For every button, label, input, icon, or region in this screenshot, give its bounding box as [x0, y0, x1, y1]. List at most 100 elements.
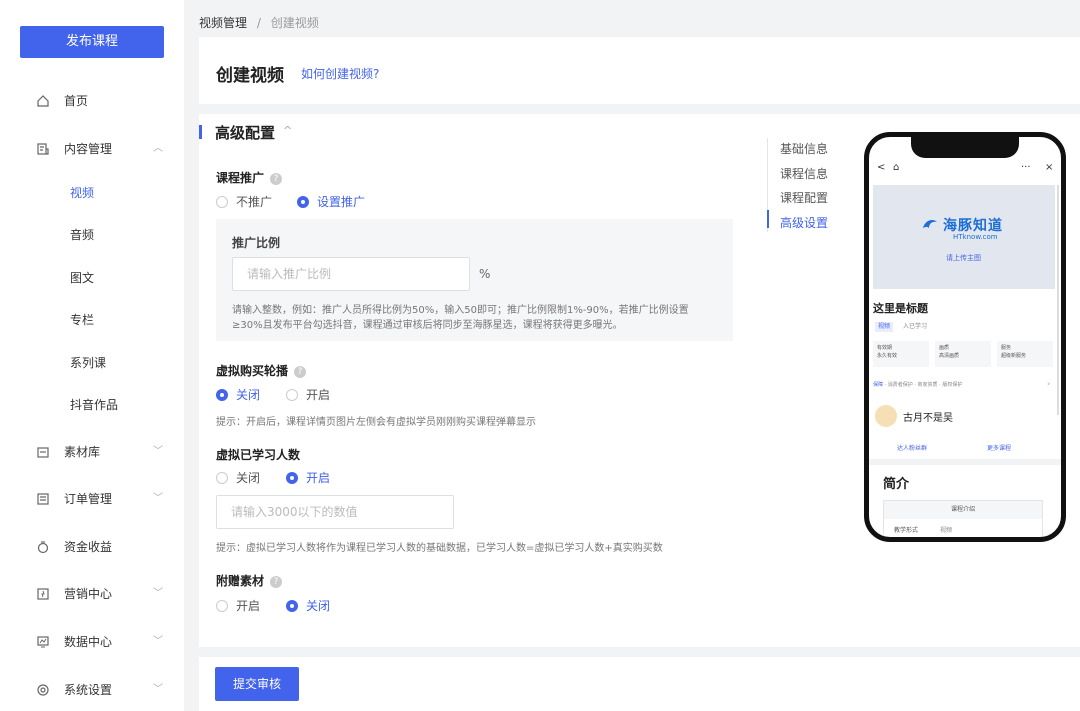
radio-dot — [286, 600, 298, 612]
folder-icon — [37, 447, 49, 458]
radio-label: 开启 — [306, 471, 331, 485]
divider — [869, 459, 1061, 465]
submit-review-button[interactable]: 提交审核 — [215, 667, 299, 701]
sidebar-item-home[interactable]: 首页 — [0, 86, 184, 116]
section-marker — [199, 125, 202, 139]
home-icon: ⌂ — [893, 162, 900, 173]
sidebar-item-content[interactable]: 内容管理 ︿ — [0, 134, 184, 164]
radio-gift-on[interactable]: 开启 — [216, 598, 260, 614]
percent-unit: % — [479, 267, 491, 281]
logo-text: 海豚知道 — [943, 218, 1003, 234]
sidebar-item-settings[interactable]: 系统设置 ﹀ — [0, 675, 184, 705]
help-icon[interactable]: ? — [270, 173, 283, 185]
home-icon — [37, 95, 49, 107]
radio-dot — [286, 472, 298, 484]
logo-subtext: HTknow.com — [953, 233, 998, 241]
sidebar-subitem-video[interactable]: 视频 — [70, 181, 94, 205]
more-courses-link: 更多课程 — [987, 445, 1012, 452]
sidebar-item-revenue[interactable]: 资金收益 — [0, 532, 184, 562]
phone-preview: < ⌂ ··· × 海豚知道 HTknow.com 请上传主图 这里是标题 视频… — [864, 132, 1066, 542]
virtual-learners-label: 虚拟已学习人数 — [216, 448, 301, 462]
virtual-purchase-label: 虚拟购买轮播? — [216, 362, 307, 379]
guarantee-row: 保障 · 消费者保护 · 商家资质 · 版权保护 — [873, 381, 1053, 388]
promo-ratio-hint: 请输入整数，例如：推广人员所得比例为50%，输入50即可；推广比例限制1%-90… — [232, 305, 689, 331]
radio-learners-on[interactable]: 开启 — [286, 470, 330, 486]
cover-image: 海豚知道 HTknow.com 请上传主图 — [873, 185, 1055, 289]
fan-group-link: 达人粉丝群 — [897, 445, 928, 452]
preview-title: 这里是标题 — [873, 302, 928, 315]
sidebar-item-data[interactable]: 数据中心 ﹀ — [0, 627, 184, 657]
close-icon: × — [1045, 162, 1054, 173]
sidebar-item-label: 营销中心 — [64, 587, 113, 601]
virtual-learners-hint: 提示：虚拟已学习人数将作为课程已学习人数的基础数据，已学习人数=虚拟已学习人数+… — [216, 543, 663, 554]
radio-label: 设置推广 — [317, 195, 366, 209]
sidebar-item-label: 系统设置 — [64, 683, 113, 697]
feature-top: 画质 — [939, 345, 950, 351]
radio-dot — [216, 600, 228, 612]
course-promo-label: 课程推广? — [216, 169, 283, 186]
sidebar-item-materials[interactable]: 素材库 ﹀ — [0, 437, 184, 467]
footer-bar: 提交审核 — [199, 657, 1080, 711]
virtual-learners-input[interactable]: 请输入3000以下的数值 — [216, 495, 454, 529]
help-icon[interactable]: ? — [270, 576, 283, 588]
anchor-advanced-settings[interactable]: 高级设置 — [780, 214, 828, 231]
sidebar-item-label: 数据中心 — [64, 635, 113, 649]
anchor-course-info[interactable]: 课程信息 — [780, 165, 828, 182]
promo-ratio-label: 推广比例 — [232, 236, 281, 250]
virtual-purchase-label-text: 虚拟购买轮播 — [216, 364, 289, 378]
chevron-down-icon: ﹀ — [153, 446, 163, 457]
chevron-down-icon: ﹀ — [153, 588, 163, 599]
gift-material-label: 附赠素材? — [216, 572, 283, 589]
chevron-right-icon: › — [1047, 379, 1051, 388]
radio-no-promo[interactable]: 不推广 — [216, 194, 272, 210]
chart-icon — [37, 636, 49, 648]
sidebar-item-marketing[interactable]: 营销中心 ﹀ — [0, 579, 184, 609]
section-title: 高级配置 — [215, 124, 276, 142]
publish-course-button[interactable]: 发布课程 — [20, 26, 164, 58]
sidebar-subitem-column[interactable]: 专栏 — [70, 308, 94, 332]
phone-topbar: < ⌂ ··· × — [869, 157, 1061, 183]
promo-ratio-input[interactable]: 请输入推广比例 — [232, 257, 470, 291]
back-icon: < — [877, 162, 886, 173]
feature-top: 服务 — [1001, 345, 1012, 351]
sidebar-item-orders[interactable]: 订单管理 ﹀ — [0, 484, 184, 514]
radio-dot — [216, 389, 228, 401]
intro-title: 简介 — [883, 477, 910, 492]
gift-material-label-text: 附赠素材 — [216, 574, 265, 588]
sidebar-subitem-article[interactable]: 图文 — [70, 266, 94, 290]
more-icon: ··· — [1021, 162, 1031, 173]
virtual-purchase-hint: 提示：开启后，课程详情页图片左侧会有虚拟学员刚刚购买课程弹幕显示 — [216, 417, 536, 428]
chevron-down-icon: ﹀ — [153, 636, 163, 647]
preview-tag: 视频 — [875, 322, 894, 332]
breadcrumb-parent[interactable]: 视频管理 — [199, 16, 247, 30]
sidebar-subitem-audio[interactable]: 音频 — [70, 223, 94, 247]
radio-set-promo[interactable]: 设置推广 — [297, 194, 365, 210]
intro-table-cell: 视频 — [940, 527, 953, 534]
sidebar-item-label: 订单管理 — [64, 492, 113, 506]
sidebar-subitem-series[interactable]: 系列课 — [70, 351, 106, 375]
help-icon[interactable]: ? — [294, 366, 307, 378]
radio-purchase-on[interactable]: 开启 — [286, 387, 330, 403]
feature-bottom: 高清画质 — [939, 353, 960, 359]
radio-learners-off[interactable]: 关闭 — [216, 470, 260, 486]
radio-label: 开启 — [236, 599, 261, 613]
sidebar-item-label: 内容管理 — [64, 142, 113, 156]
radio-purchase-off[interactable]: 关闭 — [216, 387, 260, 403]
intro-table-cell: 教学形式 — [894, 527, 919, 534]
sidebar-subitem-douyin[interactable]: 抖音作品 — [70, 393, 118, 417]
settings-icon — [37, 684, 49, 696]
radio-dot — [216, 472, 228, 484]
radio-gift-off[interactable]: 关闭 — [286, 598, 330, 614]
feature-validity: 有效期 永久有效 — [873, 341, 929, 367]
chevron-down-icon: ﹀ — [153, 493, 163, 504]
breadcrumb-separator: / — [256, 16, 261, 30]
anchor-basic-info[interactable]: 基础信息 — [780, 140, 828, 157]
upload-cover-link: 请上传主图 — [946, 254, 981, 262]
anchor-course-config[interactable]: 课程配置 — [780, 189, 828, 206]
radio-label: 开启 — [306, 388, 331, 402]
money-icon — [37, 541, 49, 554]
collapse-caret-icon[interactable]: ^ — [283, 124, 292, 137]
anchor-active-marker — [767, 210, 769, 228]
help-link[interactable]: 如何创建视频? — [301, 65, 379, 82]
guarantee-label: 保障 — [873, 382, 884, 388]
